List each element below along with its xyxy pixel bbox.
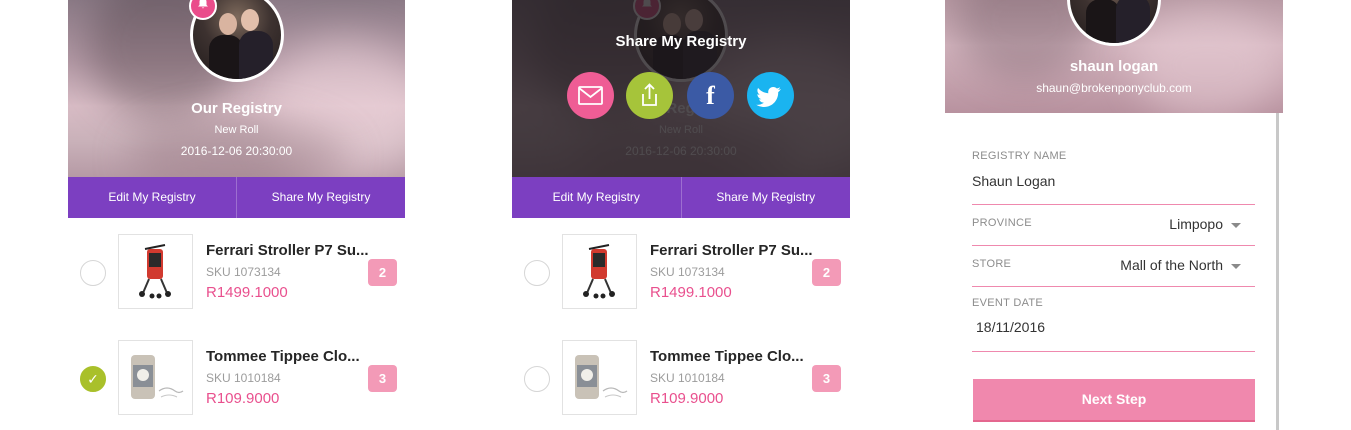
registry-panel: Our Registry New Roll 2016-12-06 20:30:0… (68, 0, 405, 430)
item-name: Tommee Tippee Clo... (650, 348, 804, 365)
share-overlay (512, 0, 850, 177)
profile-name: shaun logan (1069, 58, 1159, 75)
envelope-icon[interactable] (567, 72, 614, 119)
registry-actions: Edit My Registry Share My Registry (512, 177, 850, 218)
item-price: R1499.1000 (206, 284, 288, 301)
profile-header: shaun logan shaun@brokenponyclub.com (945, 0, 1283, 113)
share-icon[interactable] (626, 72, 673, 119)
item-name: Tommee Tippee Clo... (206, 348, 360, 365)
province-select[interactable]: PROVINCE Limpopo (972, 205, 1255, 246)
item-price: R109.9000 (206, 390, 280, 407)
edit-registry-button[interactable]: Edit My Registry (512, 177, 681, 218)
list-item[interactable]: Tommee Tippee Clo... SKU 1010184 R109.90… (512, 340, 850, 416)
province-label: PROVINCE (972, 217, 1032, 229)
share-panel: Our Registry New Roll 2016-12-06 20:30:0… (512, 0, 850, 430)
item-name: Ferrari Stroller P7 Su... (206, 242, 369, 259)
stroller-image (118, 234, 193, 309)
item-price: R1499.1000 (650, 284, 732, 301)
item-sku: SKU 1010184 (650, 371, 725, 385)
stroller-image (562, 234, 637, 309)
chevron-down-icon[interactable] (1231, 264, 1241, 269)
bottle-image (118, 340, 193, 415)
quantity-badge: 2 (812, 259, 841, 286)
registry-date: 2016-12-06 20:30:00 (180, 144, 293, 158)
twitter-icon[interactable] (747, 72, 794, 119)
quantity-badge: 3 (812, 365, 841, 392)
registry-name-value[interactable]: Shaun Logan (972, 173, 1055, 189)
registry-actions: Edit My Registry Share My Registry (68, 177, 405, 218)
registry-subtitle: New Roll (214, 124, 259, 136)
store-select[interactable]: STORE Mall of the North (972, 246, 1255, 287)
checkmark-icon: ✓ (87, 371, 99, 387)
registry-hero: Our Registry New Roll 2016-12-06 20:30:0… (68, 0, 405, 177)
share-registry-button[interactable]: Share My Registry (236, 177, 405, 218)
item-price: R109.9000 (650, 390, 724, 407)
bottle-image (562, 340, 637, 415)
item-checkbox[interactable] (524, 260, 550, 286)
event-date-label: EVENT DATE (972, 297, 1044, 309)
registry-name-field[interactable]: REGISTRY NAME Shaun Logan (972, 144, 1255, 205)
registry-hero: Our Registry New Roll 2016-12-06 20:30:0… (512, 0, 850, 177)
chevron-down-icon[interactable] (1231, 223, 1241, 228)
share-registry-button[interactable]: Share My Registry (680, 177, 851, 218)
store-label: STORE (972, 258, 1012, 270)
item-checkbox[interactable] (80, 260, 106, 286)
event-date-value[interactable]: 18/11/2016 (976, 319, 1045, 335)
item-sku: SKU 1010184 (206, 371, 281, 385)
list-item[interactable]: Ferrari Stroller P7 Su... SKU 1073134 R1… (68, 234, 405, 310)
create-registry-panel: shaun logan shaun@brokenponyclub.com REG… (945, 0, 1283, 430)
store-value[interactable]: Mall of the North (1120, 257, 1223, 273)
share-title: Share My Registry (615, 33, 747, 50)
list-item[interactable]: ✓ Tommee Tippee Clo... SKU 1010184 R109.… (68, 340, 405, 416)
quantity-badge: 3 (368, 365, 397, 392)
scrollbar[interactable] (1276, 113, 1279, 430)
item-sku: SKU 1073134 (206, 265, 281, 279)
item-name: Ferrari Stroller P7 Su... (650, 242, 813, 259)
quantity-badge: 2 (368, 259, 397, 286)
edit-registry-button[interactable]: Edit My Registry (68, 177, 236, 218)
province-value[interactable]: Limpopo (1169, 216, 1223, 232)
registry-title: Our Registry (191, 100, 282, 117)
item-checkbox[interactable] (524, 366, 550, 392)
facebook-icon[interactable]: f (687, 72, 734, 119)
event-date-field[interactable]: EVENT DATE 18/11/2016 (972, 287, 1255, 352)
next-step-button[interactable]: Next Step (973, 379, 1255, 422)
item-checkbox[interactable]: ✓ (80, 366, 106, 392)
item-sku: SKU 1073134 (650, 265, 725, 279)
profile-email: shaun@brokenponyclub.com (1036, 81, 1192, 95)
registry-name-label: REGISTRY NAME (972, 150, 1067, 162)
list-item[interactable]: Ferrari Stroller P7 Su... SKU 1073134 R1… (512, 234, 850, 310)
